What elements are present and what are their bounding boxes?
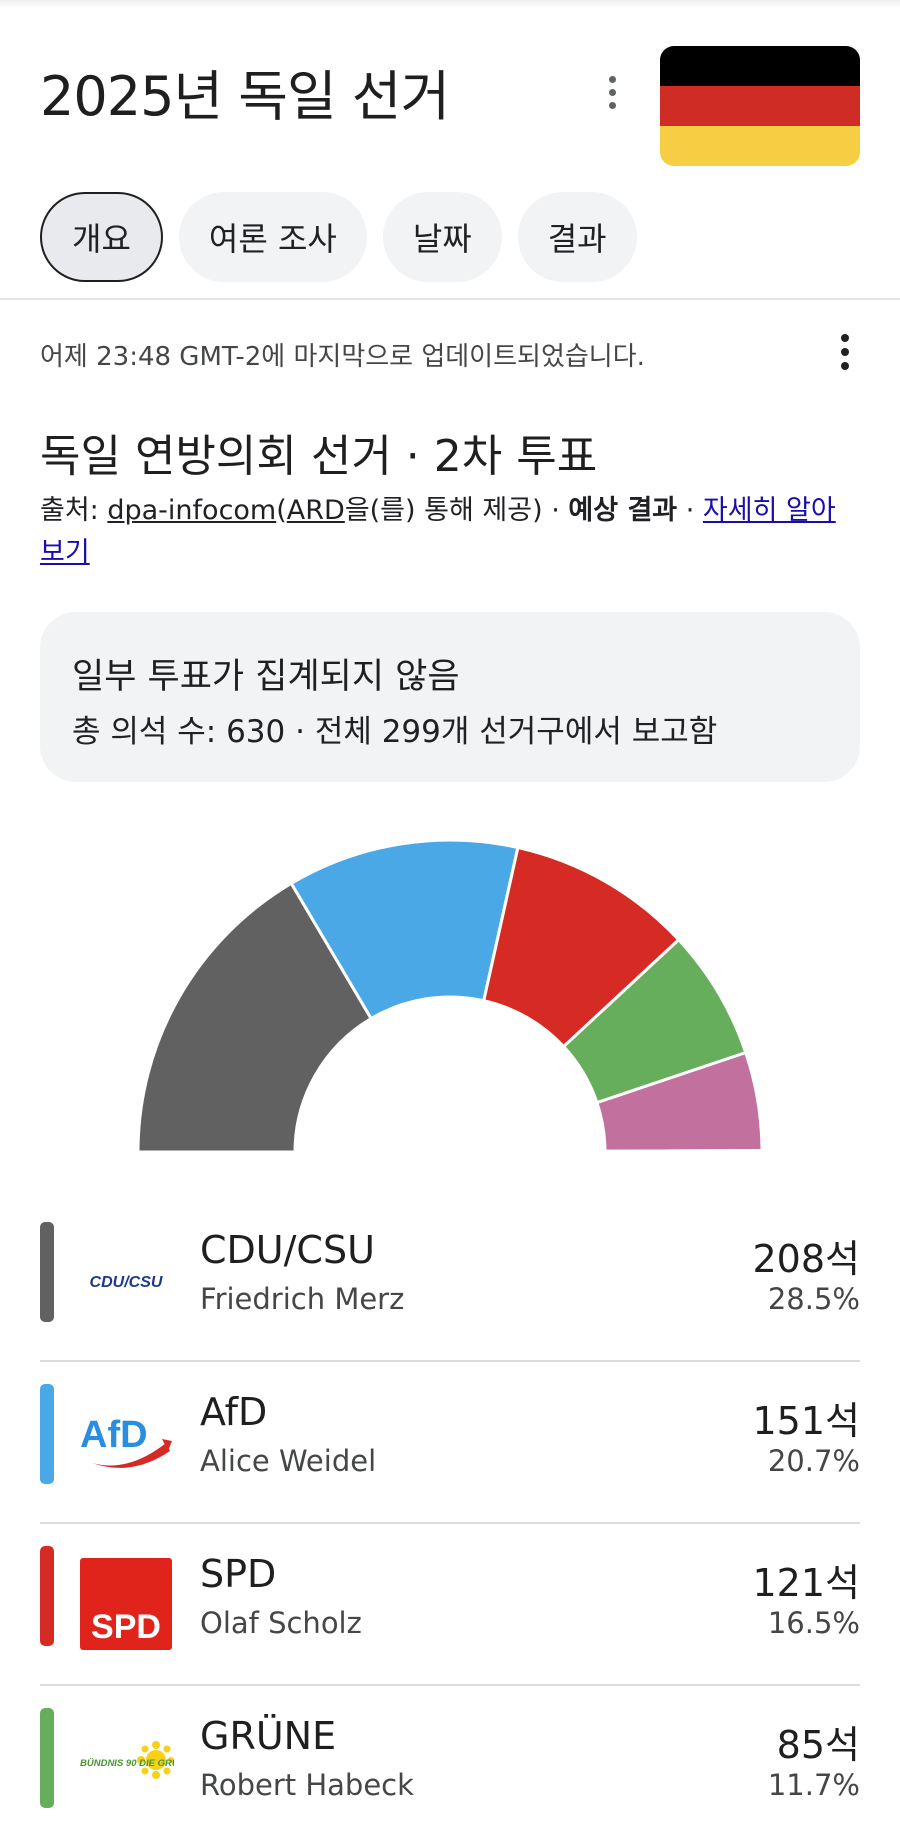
source-paren: ( (276, 495, 287, 526)
party-name: GRÜNE (200, 1714, 337, 1758)
party-seats: 85석 (776, 1723, 860, 1767)
tab-dates[interactable]: 날짜 (382, 192, 502, 282)
source-link-dpa[interactable]: dpa-infocom (107, 495, 276, 526)
more-options-icon[interactable] (592, 64, 632, 120)
notice-card: 일부 투표가 집계되지 않음 총 의석 수: 630 · 전체 299개 선거구… (40, 612, 860, 782)
tab-bar: 개요 여론 조사 날짜 결과 (40, 192, 637, 282)
section-title: 독일 연방의회 선거 · 2차 투표 (40, 431, 598, 482)
party-name: CDU/CSU (200, 1228, 375, 1272)
party-leader: Friedrich Merz (200, 1282, 405, 1316)
seat-distribution-chart (136, 838, 764, 1154)
gruene-logo: BÜNDNIS 90 DIE GRÜNEN (78, 1718, 174, 1814)
source-after: 을(를) 통해 제공) · (344, 495, 569, 526)
party-row-gruene[interactable]: BÜNDNIS 90 DIE GRÜNEN GRÜNE Robert Habec… (40, 1686, 860, 1830)
update-more-options-icon[interactable] (825, 324, 865, 380)
party-seats: 208석 (752, 1237, 861, 1281)
source-separator: · (677, 495, 703, 526)
source-link-ard[interactable]: ARD (287, 495, 345, 526)
last-updated-text: 어제 23:48 GMT-2에 마지막으로 업데이트되었습니다. (40, 342, 645, 372)
party-percentage: 11.7% (767, 1768, 860, 1802)
page-title: 2025년 독일 선거 (40, 65, 450, 128)
party-name: SPD (200, 1552, 277, 1596)
cdu-csu-logo: CDU/CSU (78, 1232, 174, 1328)
flag-stripe-red (660, 86, 860, 126)
notice-title: 일부 투표가 집계되지 않음 (72, 657, 460, 697)
party-seats: 121석 (752, 1561, 861, 1605)
tab-polls[interactable]: 여론 조사 (178, 192, 367, 282)
notice-subtitle: 총 의석 수: 630 · 전체 299개 선거구에서 보고함 (72, 714, 718, 750)
party-leader: Robert Habeck (200, 1768, 414, 1802)
projection-label: 예상 결과 (568, 495, 678, 526)
party-leader: Alice Weidel (200, 1444, 377, 1478)
seat-slice-ssw (603, 1148, 764, 1154)
spd-logo: SPD (78, 1556, 174, 1652)
flag-stripe-gold (660, 126, 860, 166)
party-color-bar (40, 1384, 54, 1484)
svg-text:BÜNDNIS 90 DIE GRÜNEN: BÜNDNIS 90 DIE GRÜNEN (80, 1758, 174, 1769)
svg-text:AfD: AfD (80, 1414, 148, 1456)
party-percentage: 20.7% (767, 1444, 860, 1478)
svg-text:CDU/CSU: CDU/CSU (90, 1274, 163, 1291)
flag-stripe-black (660, 46, 860, 86)
tab-results[interactable]: 결과 (517, 192, 637, 282)
svg-text:SPD: SPD (91, 1608, 161, 1646)
source-line: 출처: dpa-infocom(ARD을(를) 통해 제공) · 예상 결과 ·… (40, 490, 860, 574)
party-color-bar (40, 1222, 54, 1322)
afd-logo: AfD (78, 1394, 174, 1490)
party-color-bar (40, 1708, 54, 1808)
header: 2025년 독일 선거 개요 여론 조사 날짜 결과 (0, 0, 900, 300)
party-list: CDU/CSU CDU/CSU Friedrich Merz 208석 28.5… (40, 1200, 860, 1830)
party-row-afd[interactable]: AfD AfD Alice Weidel 151석 20.7% (40, 1362, 860, 1524)
party-name: AfD (200, 1390, 268, 1434)
germany-flag-icon (660, 46, 860, 166)
party-row-spd[interactable]: SPD SPD Olaf Scholz 121석 16.5% (40, 1524, 860, 1686)
party-leader: Olaf Scholz (200, 1606, 362, 1640)
party-row-cdu-csu[interactable]: CDU/CSU CDU/CSU Friedrich Merz 208석 28.5… (40, 1200, 860, 1362)
source-prefix: 출처: (40, 495, 108, 526)
tab-overview[interactable]: 개요 (40, 192, 163, 282)
party-seats: 151석 (752, 1399, 861, 1443)
party-color-bar (40, 1546, 54, 1646)
party-percentage: 16.5% (767, 1606, 860, 1640)
party-percentage: 28.5% (767, 1282, 860, 1316)
